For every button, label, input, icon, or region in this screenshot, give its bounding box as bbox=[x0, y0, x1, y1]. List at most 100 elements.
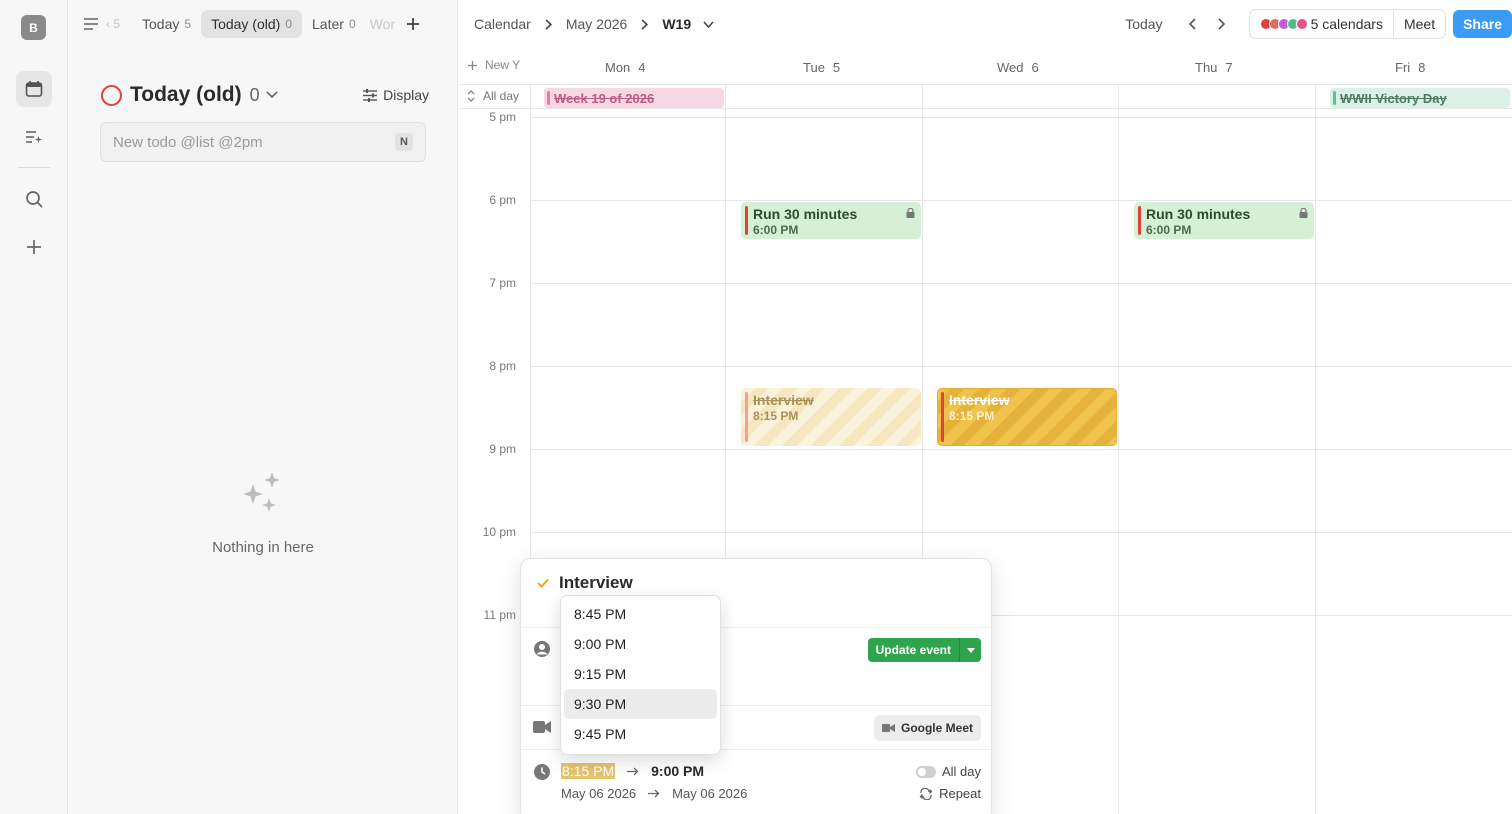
todo-sidebar: ‹ 5 Today 5 Today (old) 0 Later 0 Wor Today… bbox=[68, 0, 458, 814]
list-ring-icon bbox=[101, 84, 122, 106]
empty-state-text: Nothing in here bbox=[212, 539, 314, 556]
hour-label: 9 pm bbox=[489, 442, 516, 456]
start-time-field[interactable]: 8:15 PM bbox=[561, 763, 616, 779]
breadcrumb-month[interactable]: May 2026 bbox=[566, 16, 627, 32]
all-day-switch[interactable]: All day bbox=[915, 764, 981, 779]
time-option[interactable]: 9:30 PM bbox=[564, 689, 717, 719]
time-option[interactable]: 9:15 PM bbox=[564, 659, 717, 689]
lock-icon bbox=[906, 208, 915, 218]
display-label: Display bbox=[383, 87, 429, 103]
time-option[interactable]: 9:45 PM bbox=[564, 719, 717, 749]
lock-icon bbox=[1299, 208, 1308, 218]
repeat-button[interactable]: Repeat bbox=[919, 786, 981, 801]
day-name: Wed bbox=[997, 59, 1024, 75]
new-event-button[interactable]: New Y bbox=[468, 58, 522, 72]
event-time: 8:15 PM bbox=[753, 409, 799, 423]
end-date-field[interactable]: May 06 2026 bbox=[672, 786, 747, 801]
new-todo-input[interactable]: New todo @list @2pm N bbox=[100, 122, 426, 162]
tab-today-old[interactable]: Today (old) 0 bbox=[201, 10, 303, 38]
check-icon[interactable] bbox=[537, 578, 549, 588]
tab-count: 0 bbox=[285, 17, 293, 31]
allday-event-title: WWII Victory Day bbox=[1340, 90, 1447, 106]
day-name: Tue bbox=[803, 59, 825, 75]
chevron-down-icon[interactable] bbox=[266, 91, 278, 99]
chevron-down-icon[interactable] bbox=[703, 20, 714, 28]
event-title: Run 30 minutes bbox=[1146, 206, 1251, 222]
google-meet-button[interactable]: Google Meet bbox=[873, 715, 981, 741]
next-week-button[interactable] bbox=[1209, 11, 1235, 37]
end-time-field[interactable]: 9:00 PM bbox=[651, 763, 704, 779]
workspace-avatar[interactable]: B bbox=[21, 15, 46, 40]
event-time: 6:00 PM bbox=[1146, 223, 1192, 237]
time-row: 8:15 PM 9:00 PM May 06 2026 May 06 2026 … bbox=[521, 749, 991, 814]
list-title: Today (old) bbox=[130, 83, 242, 106]
hour-line bbox=[530, 200, 1512, 201]
breadcrumb-week[interactable]: W19 bbox=[662, 16, 691, 32]
event-interview-tue[interactable]: Interview 8:15 PM bbox=[741, 388, 921, 446]
video-icon bbox=[533, 721, 551, 733]
hour-label: 11 pm bbox=[483, 608, 516, 622]
hour-line bbox=[530, 117, 1512, 118]
event-color-bar bbox=[745, 206, 748, 235]
date-range: May 06 2026 May 06 2026 bbox=[561, 786, 747, 801]
tab-previous-overflow[interactable]: ‹ 5 bbox=[106, 17, 120, 31]
update-options-button[interactable] bbox=[959, 638, 981, 662]
day-header-thu: Thu 7 bbox=[1195, 56, 1233, 78]
event-interview-wed-selected[interactable]: Interview 8:15 PM bbox=[937, 388, 1117, 446]
update-event-button[interactable]: Update event bbox=[867, 638, 959, 662]
breadcrumb-calendar[interactable]: Calendar bbox=[474, 16, 531, 32]
day-header-wed: Wed 6 bbox=[997, 56, 1039, 78]
tab-today[interactable]: Today 5 bbox=[132, 10, 201, 38]
meet-label: Meet bbox=[1403, 16, 1436, 32]
calendar-nav-button[interactable] bbox=[16, 71, 52, 107]
toggle-switch[interactable] bbox=[915, 765, 936, 778]
tab-overflow[interactable]: Wor bbox=[370, 16, 396, 32]
allday-event-week19[interactable]: Week 19 of 2026 bbox=[544, 88, 724, 108]
event-run-thu[interactable]: Run 30 minutes 6:00 PM bbox=[1134, 202, 1314, 239]
event-color-bar bbox=[941, 392, 944, 442]
allday-event-title: Week 19 of 2026 bbox=[554, 90, 655, 106]
search-icon bbox=[26, 191, 43, 208]
sparkles-icon bbox=[243, 472, 280, 512]
menu-icon[interactable] bbox=[80, 13, 102, 35]
day-header-fri: Fri 8 bbox=[1395, 56, 1425, 78]
share-button[interactable]: Share bbox=[1453, 10, 1512, 38]
plus-icon bbox=[468, 60, 477, 70]
google-meet-label: Google Meet bbox=[900, 721, 973, 735]
calendars-button[interactable]: 5 calendars bbox=[1250, 10, 1393, 38]
time-range: 8:15 PM 9:00 PM bbox=[561, 763, 704, 779]
event-run-tue[interactable]: Run 30 minutes 6:00 PM bbox=[741, 202, 921, 239]
calendar-color-dots bbox=[1259, 18, 1308, 30]
tab-later[interactable]: Later 0 bbox=[302, 10, 366, 38]
day-number: 7 bbox=[1225, 59, 1233, 75]
list-header: Today (old) 0 Display bbox=[101, 80, 429, 110]
caret-down-icon bbox=[966, 647, 975, 653]
rail-divider bbox=[18, 167, 50, 168]
time-option[interactable]: 9:00 PM bbox=[564, 629, 717, 659]
search-nav-button[interactable] bbox=[16, 181, 52, 217]
event-title: Interview bbox=[949, 392, 1010, 408]
start-date-field[interactable]: May 06 2026 bbox=[561, 786, 636, 801]
chevron-right-icon bbox=[545, 18, 552, 30]
time-dropdown: 8:45 PM 9:00 PM 9:15 PM 9:30 PM 9:45 PM bbox=[560, 595, 721, 755]
meet-button[interactable]: Meet bbox=[1392, 10, 1445, 38]
plus-icon bbox=[27, 240, 41, 254]
display-button[interactable]: Display bbox=[363, 87, 429, 103]
all-day-toggle[interactable]: All day bbox=[467, 89, 519, 103]
add-nav-button[interactable] bbox=[16, 229, 52, 265]
chevron-right-icon bbox=[1217, 18, 1225, 30]
calendar-color-dot bbox=[1295, 18, 1308, 30]
chevron-right-icon bbox=[641, 18, 649, 30]
sliders-icon bbox=[363, 88, 378, 102]
time-option[interactable]: 8:45 PM bbox=[564, 599, 717, 629]
today-button[interactable]: Today bbox=[1125, 16, 1162, 32]
event-detail-title[interactable]: Interview bbox=[559, 573, 633, 593]
prev-week-button[interactable] bbox=[1179, 11, 1205, 37]
hour-line bbox=[530, 366, 1512, 367]
allday-event-victory-day[interactable]: WWII Victory Day bbox=[1330, 88, 1510, 108]
icon-rail: B bbox=[0, 0, 68, 814]
empty-state: Nothing in here bbox=[68, 470, 458, 556]
add-list-button[interactable] bbox=[402, 13, 424, 35]
day-number: 6 bbox=[1031, 59, 1039, 75]
todos-nav-button[interactable] bbox=[16, 119, 52, 155]
